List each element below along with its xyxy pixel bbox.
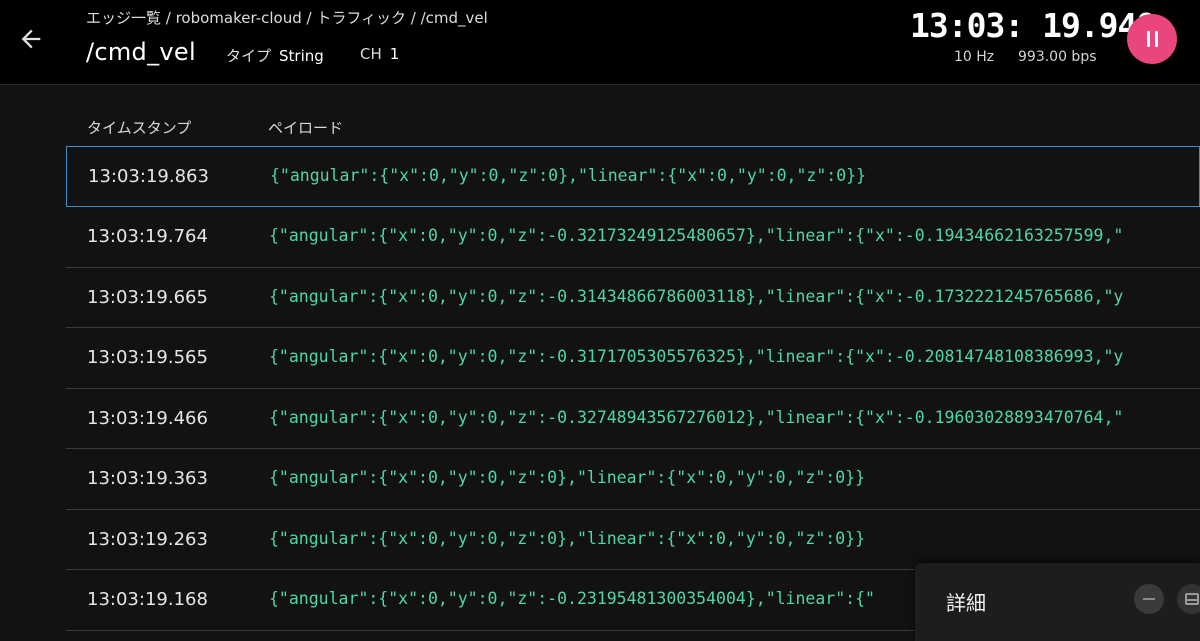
pause-button[interactable]: [1127, 14, 1177, 64]
breadcrumb[interactable]: エッジ一覧 / robomaker-cloud / トラフィック / /cmd_…: [86, 7, 488, 28]
row-payload: {"angular":{"x":0,"y":0,"z":-0.321732491…: [269, 226, 1124, 245]
maximize-icon: [1185, 593, 1199, 605]
table-row[interactable]: 13:03:19.263 {"angular":{"x":0,"y":0,"z"…: [66, 510, 1200, 570]
row-timestamp: 13:03:19.263: [87, 528, 208, 550]
row-payload: {"angular":{"x":0,"y":0,"z":-0.314348667…: [269, 286, 1124, 306]
row-timestamp: 13:03:19.363: [87, 468, 208, 489]
row-timestamp: 13:03:19.565: [87, 347, 208, 368]
row-payload: {"angular":{"x":0,"y":0,"z":0},"linear":…: [270, 166, 867, 185]
table-row[interactable]: 13:03:19.565 {"angular":{"x":0,"y":0,"z"…: [66, 328, 1200, 389]
page-title: /cmd_vel: [86, 38, 196, 66]
minimize-icon: [1143, 598, 1155, 600]
table-row[interactable]: 13:03:19.665 {"angular":{"x":0,"y":0,"z"…: [66, 268, 1200, 328]
ch-label: CH: [360, 45, 382, 63]
row-timestamp: 13:03:19.665: [87, 286, 208, 308]
column-header-payload: ペイロード: [268, 119, 344, 137]
arrow-left-icon: [21, 29, 41, 49]
table-row[interactable]: 13:03:19.764 {"angular":{"x":0,"y":0,"z"…: [66, 207, 1200, 268]
topic-channel: CH 1: [360, 45, 399, 63]
back-button[interactable]: [12, 22, 50, 56]
type-value: String: [279, 47, 324, 65]
row-timestamp: 13:03:19.764: [87, 226, 208, 247]
column-header-timestamp: タイムスタンプ: [87, 119, 192, 137]
row-payload: {"angular":{"x":0,"y":0,"z":0},"linear":…: [269, 528, 866, 548]
message-list[interactable]: 13:03:19.863 {"angular":{"x":0,"y":0,"z"…: [66, 146, 1200, 631]
row-payload: {"angular":{"x":0,"y":0,"z":-0.327489435…: [269, 407, 1124, 427]
ch-value: 1: [389, 45, 400, 63]
row-payload: {"angular":{"x":0,"y":0,"z":0},"linear":…: [269, 468, 866, 487]
app-header: エッジ一覧 / robomaker-cloud / トラフィック / /cmd_…: [0, 0, 1200, 85]
row-timestamp: 13:03:19.863: [88, 166, 209, 187]
pause-icon: [1144, 31, 1160, 47]
table-row[interactable]: 13:03:19.863 {"angular":{"x":0,"y":0,"z"…: [66, 146, 1200, 207]
table-row[interactable]: 13:03:19.363 {"angular":{"x":0,"y":0,"z"…: [66, 449, 1200, 510]
detail-panel: 詳細: [915, 563, 1200, 641]
message-rate: 10 Hz: [954, 49, 995, 65]
row-timestamp: 13:03:19.168: [87, 589, 208, 610]
type-label: タイプ: [226, 47, 272, 65]
row-payload: {"angular":{"x":0,"y":0,"z":-0.317170530…: [269, 347, 1124, 366]
topic-type: タイプ String: [226, 45, 324, 66]
maximize-button[interactable]: [1177, 584, 1200, 614]
detail-panel-title: 詳細: [946, 591, 986, 615]
table-row[interactable]: 13:03:19.466 {"angular":{"x":0,"y":0,"z"…: [66, 389, 1200, 449]
bandwidth-rate: 993.00 bps: [1018, 49, 1097, 65]
current-time: 13:03: 19.948: [910, 6, 1156, 45]
minimize-button[interactable]: [1134, 584, 1164, 614]
row-timestamp: 13:03:19.466: [87, 407, 208, 429]
